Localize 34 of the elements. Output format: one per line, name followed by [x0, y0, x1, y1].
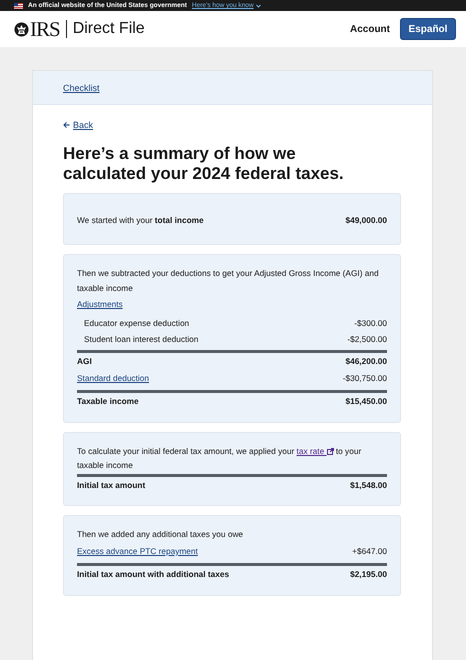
flag-icon — [14, 2, 23, 8]
back-link[interactable]: Back — [63, 120, 94, 130]
total-amount: $46,200.00 — [345, 354, 387, 367]
total-label: Initial tax amount with additional taxes — [77, 568, 230, 581]
amount: -$300.00 — [354, 316, 387, 330]
total-label: AGI — [77, 354, 92, 367]
arrow-left-icon — [63, 122, 70, 128]
checklist-link[interactable]: Checklist — [63, 82, 100, 92]
deduction-link[interactable]: Adjustments — [77, 298, 123, 311]
total-amount: $2,195.00 — [350, 568, 387, 581]
amount: $49,000.00 — [345, 214, 387, 226]
amount: -$2,500.00 — [347, 333, 387, 346]
amount: +$647.00 — [352, 544, 387, 558]
explanation-text: To calculate your initial federal tax amount, we applied your tax rate to your taxable income — [77, 444, 362, 472]
row-label: We started with your total income — [77, 214, 204, 226]
page-heading: Here’s a summary of how we calculated your 2024 federal taxes. — [63, 144, 345, 185]
external-link-icon — [326, 448, 334, 455]
product-name: Direct File — [72, 20, 145, 38]
account-link[interactable]: Account — [350, 24, 390, 34]
deduction-link[interactable]: Standard deduction — [77, 372, 149, 384]
explanation-text: Then we subtracted your deductions to get your Adjusted Gross Income (AGI) and taxable income — [77, 267, 380, 295]
amount: -$30,750.00 — [342, 372, 387, 384]
tax-rate-link[interactable]: tax rate — [296, 446, 334, 456]
total-label: Initial tax amount — [77, 478, 146, 492]
chevron-down-icon — [256, 4, 261, 8]
row-label: Educator expense deduction — [84, 316, 190, 330]
deduction-link[interactable]: Excess advance PTC repayment — [77, 544, 198, 558]
total-amount: $15,450.00 — [345, 395, 387, 408]
total-label: Taxable income — [77, 395, 139, 408]
irs-logo-text: IRS — [30, 16, 60, 42]
row-label: Student loan interest deduction — [84, 333, 198, 346]
language-button[interactable]: Español — [400, 18, 456, 40]
explanation-text: Then we added any additional taxes you owe — [77, 528, 244, 542]
total-amount: $1,548.00 — [350, 478, 387, 492]
